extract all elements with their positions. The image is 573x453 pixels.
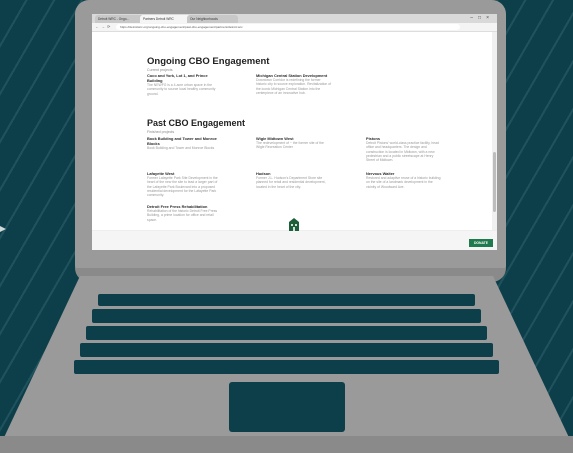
item-desc: Rehabilitation of the historic Detroit F… bbox=[147, 209, 218, 222]
arrow-icon bbox=[0, 226, 6, 232]
item-desc: Downtown Corridor is redefining the form… bbox=[256, 78, 332, 95]
scrollbar[interactable] bbox=[492, 32, 497, 250]
item-desc: Book Building and Tower and Monroe Block… bbox=[147, 146, 215, 150]
tab-bar: Detroit WRC - Ongo... Partners Detroit W… bbox=[92, 14, 497, 23]
list-item[interactable]: Lafayette West Former Lafayette Park Sit… bbox=[147, 171, 222, 197]
list-item[interactable]: Wigle Midtown West The redevelopment of … bbox=[256, 136, 331, 150]
item-desc: Detroit Pistons' world-class practice fa… bbox=[366, 141, 439, 163]
address-bar: ←→⟳ https://detroitwrc.org/ongoing-cbo-e… bbox=[92, 23, 497, 32]
item-desc: Former Lafayette Park Site Development i… bbox=[147, 176, 218, 198]
laptop-illustration: Detroit WRC - Ongo... Partners Detroit W… bbox=[0, 0, 573, 453]
item-desc: The NEWFG is a 4-acre urban space in the… bbox=[147, 83, 216, 96]
browser-window: Detroit WRC - Ongo... Partners Detroit W… bbox=[92, 14, 497, 250]
past-title: Past CBO Engagement bbox=[147, 118, 246, 128]
list-item[interactable]: Pistons Detroit Pistons' world-class pra… bbox=[366, 136, 441, 162]
item-title: Coco and York, Lot 1, and Prince Buildin… bbox=[147, 73, 208, 83]
item-desc: Restored and adaptive reuse of a histori… bbox=[366, 176, 441, 189]
url-input[interactable]: https://detroitwrc.org/ongoing-cbo-engag… bbox=[116, 24, 460, 30]
item-desc: The redevelopment of ~ the former site o… bbox=[256, 141, 324, 150]
window-controls[interactable]: –□× bbox=[470, 14, 494, 23]
building-logo-icon[interactable] bbox=[288, 218, 300, 231]
ongoing-subtitle: Current projects bbox=[147, 68, 173, 72]
list-item[interactable]: Hudson Former J.L. Hudson's Department S… bbox=[256, 171, 331, 189]
donate-button[interactable]: DONATE bbox=[469, 239, 493, 247]
past-subtitle: Finished projects bbox=[147, 130, 175, 134]
item-title: Book Building and Tower and Monroe Block… bbox=[147, 136, 217, 146]
browser-tab-2[interactable]: Partners Detroit WRC bbox=[140, 15, 191, 23]
ongoing-title: Ongoing CBO Engagement bbox=[147, 56, 270, 67]
list-item[interactable]: Nervous Waiter Restored and adaptive reu… bbox=[366, 171, 441, 189]
list-item[interactable]: Detroit Free Press Rehabilitation Rehabi… bbox=[147, 204, 222, 222]
list-item[interactable]: Book Building and Tower and Monroe Block… bbox=[147, 136, 222, 150]
trackpad bbox=[229, 382, 345, 432]
keyboard bbox=[74, 294, 499, 374]
browser-tab-3[interactable]: Our Neighborhoods bbox=[187, 15, 238, 23]
list-item[interactable]: Coco and York, Lot 1, and Prince Buildin… bbox=[147, 73, 222, 96]
browser-tab-1[interactable]: Detroit WRC - Ongo... bbox=[95, 15, 144, 23]
page-footer bbox=[92, 230, 497, 250]
scroll-thumb[interactable] bbox=[493, 152, 496, 212]
item-desc: Former J.L. Hudson's Department Store si… bbox=[256, 176, 326, 189]
laptop-base bbox=[0, 276, 573, 453]
list-item[interactable]: Michigan Central Station Development Dow… bbox=[256, 73, 331, 95]
nav-arrows-icon[interactable]: ←→⟳ bbox=[95, 23, 112, 31]
